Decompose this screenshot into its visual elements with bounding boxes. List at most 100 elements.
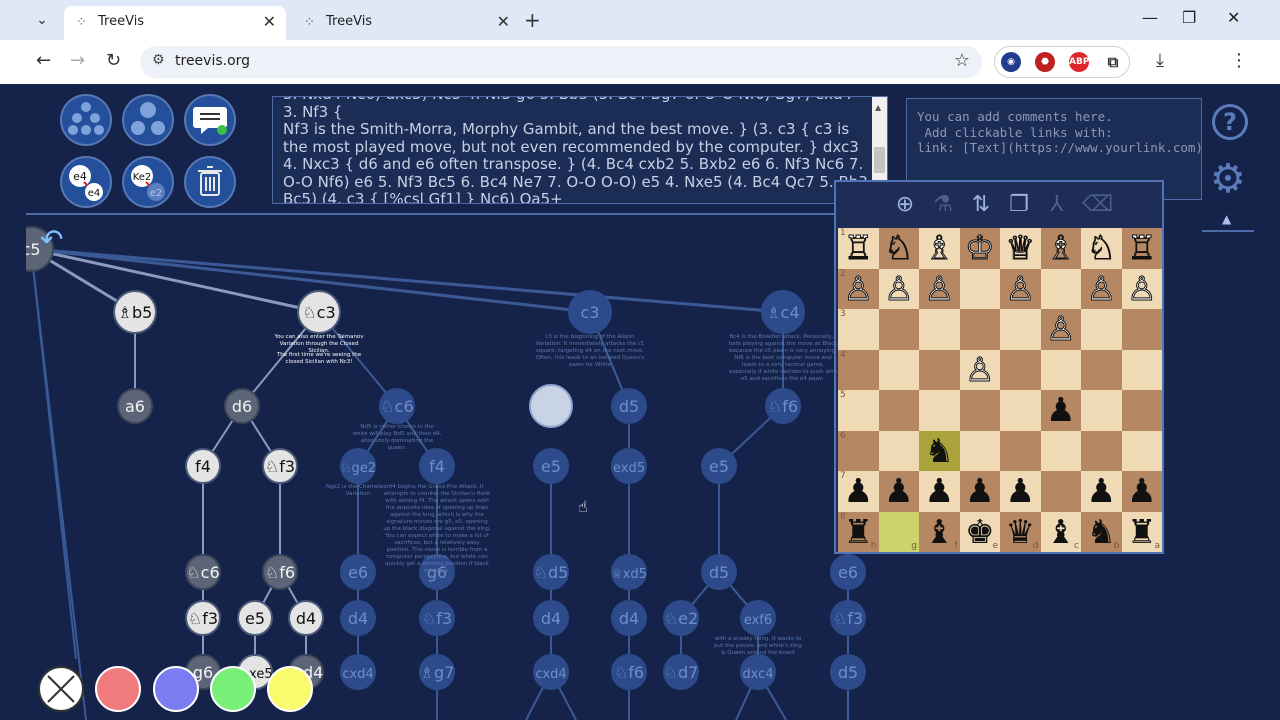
board-square[interactable]: ♟ [919,471,960,512]
back-arrow-icon[interactable]: ↶ [40,223,63,256]
board-square[interactable] [1000,349,1041,390]
chess-piece[interactable]: ♖ [843,228,874,268]
restore-icon[interactable]: ❐ [1182,8,1196,27]
board-square[interactable] [1040,268,1081,309]
chess-piece[interactable]: ♚ [965,512,995,551]
chess-piece[interactable]: ♟ [843,471,873,510]
new-tab-icon[interactable]: + [524,8,541,32]
board-square[interactable]: ♙ [959,349,1000,390]
board-square[interactable]: ♚ e [959,511,1000,552]
board-square[interactable] [1081,349,1122,390]
tree-node-n18[interactable]: ♘f6 [262,554,298,590]
board-square[interactable]: ♞ b [1081,511,1122,552]
chess-piece[interactable]: ♝ [1046,512,1076,551]
chess-piece[interactable]: ♙ [1045,309,1076,349]
forward-icon[interactable]: → [70,50,85,71]
chess-piece[interactable]: ♙ [964,349,995,389]
board-square[interactable] [919,309,960,350]
board-square[interactable] [878,349,919,390]
chess-piece[interactable]: ♟ [924,471,954,510]
board-square[interactable]: 6 [838,430,879,471]
tree-node-n1[interactable]: ♗b5 [113,290,157,334]
ublock-icon[interactable]: ⬣ [1035,52,1055,72]
help-button[interactable]: ? [1212,104,1248,140]
board-square[interactable]: ♘ [878,228,919,269]
chess-piece[interactable]: ♞ [1086,512,1116,551]
chess-piece[interactable]: ♔ [964,228,995,268]
close-tab-icon[interactable]: ✕ [263,12,276,31]
tree-node-n22[interactable]: ♕xd5 [611,554,647,590]
board-square[interactable] [1000,309,1041,350]
puzzle-extensions-icon[interactable]: ⧉ [1103,52,1123,72]
reload-icon[interactable]: ↻ [106,50,121,71]
tree-node-n15[interactable]: exd5 [611,448,647,484]
board-square[interactable] [878,309,919,350]
download-icon[interactable]: ⤓ [1156,50,1164,71]
tree-node-n25[interactable]: ♘f3 [185,600,221,636]
minimize-icon[interactable]: — [1142,8,1158,27]
board-square[interactable]: ♟ [959,471,1000,512]
chess-piece[interactable]: ♟ [1046,390,1076,429]
tree-node-n14[interactable]: e5 [533,448,569,484]
board-square[interactable]: ♙ [919,268,960,309]
board-square[interactable]: ♟ [1081,471,1122,512]
board-square[interactable]: 4 [838,349,879,390]
board-square[interactable]: ♝ c [1040,511,1081,552]
tab-search-icon[interactable]: ⌄ [30,8,54,32]
chess-piece[interactable]: ♙ [1005,268,1036,308]
chess-piece[interactable]: ♟ [884,471,914,510]
tree-layout-button[interactable] [60,94,112,146]
delete-branch-icon[interactable]: ⌫ [1082,192,1113,218]
board-square[interactable]: ♘ [1081,228,1122,269]
board-square[interactable] [1040,430,1081,471]
scroll-up-icon[interactable]: ▲ [875,99,881,117]
tree-node-n44[interactable]: d5 [830,654,866,690]
pgn-textarea[interactable]: 3. Nxd4 Nc6) dxc3) Nc3 4. Nf3 g6 5. Bb5 … [272,96,888,204]
board-square[interactable]: 3 [838,309,879,350]
board-square[interactable]: ♜ 8 h [838,511,879,552]
board-square[interactable] [919,390,960,431]
board-square[interactable]: ♟ 7 [838,471,879,512]
board-square[interactable]: ♕ [1000,228,1041,269]
board-square[interactable] [1081,390,1122,431]
tree-node-n29[interactable]: ♘f3 [419,600,455,636]
tree-node-n33[interactable]: exf6 [740,600,776,636]
scroll-thumb[interactable] [874,147,885,173]
tree-node-n11[interactable]: ♘f3 [262,448,298,484]
close-tab-icon[interactable]: ✕ [497,12,510,31]
chess-board[interactable]: ♖ 1 ♘ ♗ ♔ ♕ ♗ ♘ ♖ ♙ 2 ♙ ♙ ♙ ♙ ♙ 3 ♙ 4 ♙ 5 ♟ 6 ♞ ♟ 7 ♟ ♟ ♟ ♟ ♟ ♟ ♜ 8 h g ♝ f ♚ e… [838,228,1162,552]
tree-node-n43[interactable]: dxc4 [740,654,776,690]
chess-piece[interactable]: ♟ [1005,471,1035,510]
green-color-dot[interactable] [210,666,256,712]
board-square[interactable] [1121,430,1162,471]
back-icon[interactable]: ← [36,50,51,71]
clear-color-dot[interactable] [38,666,84,712]
tree-node-n26[interactable]: e5 [237,600,273,636]
board-square[interactable]: ♗ [919,228,960,269]
tree-node-n3[interactable]: c3 [568,290,612,334]
tree-node-n27[interactable]: d4 [288,600,324,636]
tree-node-n7[interactable]: ♘c6 [379,388,415,424]
e4-button[interactable]: e4 e4 [60,156,112,208]
board-square[interactable] [878,430,919,471]
tree-node-n9[interactable]: ♘f6 [765,388,801,424]
tree-node-n10[interactable]: f4 [185,448,221,484]
red-color-dot[interactable] [95,666,141,712]
yellow-color-dot[interactable] [267,666,313,712]
board-square[interactable]: ♟ [1040,390,1081,431]
tree-node-n2[interactable]: ♘c3 [297,290,341,334]
chess-piece[interactable]: ♟ [1086,471,1116,510]
tree-node-n40[interactable]: cxd4 [533,654,569,690]
board-square[interactable] [1121,309,1162,350]
board-square[interactable]: ♙ 2 [838,268,879,309]
tab-treevis-active[interactable]: ⁘ TreeVis ✕ [64,6,286,40]
tree-node-n39[interactable]: ♗g7 [419,654,455,690]
board-square[interactable]: ♖ 1 [838,228,879,269]
board-square[interactable] [959,430,1000,471]
tree-node-n5[interactable]: a6 [117,388,153,424]
chess-piece[interactable]: ♝ [924,512,954,551]
chess-piece[interactable]: ♘ [1086,228,1117,268]
board-square[interactable]: ♙ [1040,309,1081,350]
chess-piece[interactable]: ♙ [924,268,955,308]
board-square[interactable]: ♞ [919,430,960,471]
